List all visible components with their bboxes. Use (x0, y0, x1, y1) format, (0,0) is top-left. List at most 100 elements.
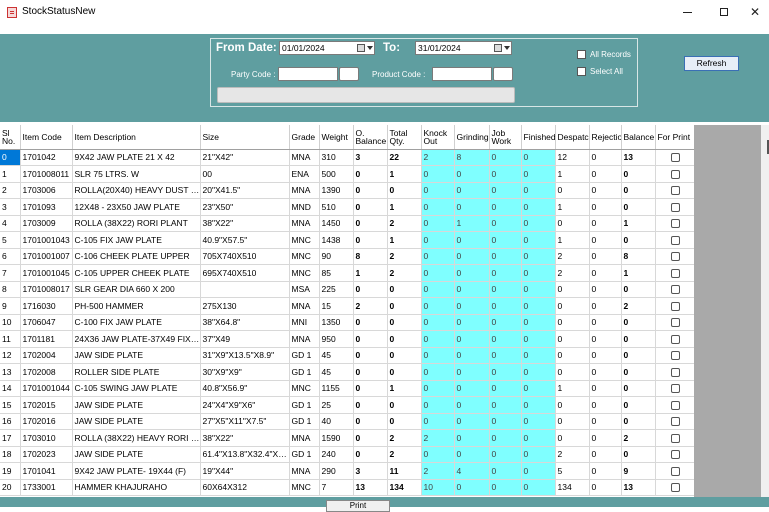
table-cell[interactable]: 0 (555, 297, 590, 315)
for-print-checkbox[interactable] (671, 433, 680, 443)
table-cell[interactable]: 0 (621, 281, 656, 298)
table-cell[interactable]: 1703009 (20, 215, 73, 232)
table-cell[interactable]: 0 (454, 281, 490, 298)
for-print-checkbox[interactable] (671, 367, 680, 377)
table-cell[interactable]: 7 (0, 264, 21, 282)
table-cell[interactable]: 1 (555, 165, 590, 183)
table-cell[interactable]: 0 (387, 413, 422, 430)
table-cell[interactable]: 0 (454, 297, 490, 315)
column-header[interactable]: Finished (521, 125, 556, 150)
table-cell[interactable]: 90 (319, 248, 354, 265)
table-cell[interactable]: 134 (387, 479, 422, 496)
table-cell[interactable]: 0 (387, 281, 422, 298)
table-row[interactable]: 8 1701008017 SLR GEAR DIA 660 X 200 MSA 225 0… (0, 281, 694, 298)
table-cell[interactable]: 1701008011 (20, 165, 73, 183)
table-cell[interactable]: 0 (353, 413, 388, 430)
table-cell[interactable]: 0 (387, 297, 422, 315)
table-cell[interactable]: 0 (489, 413, 522, 430)
table-cell[interactable]: 0 (521, 462, 556, 480)
table-cell[interactable] (200, 281, 290, 298)
table-cell[interactable]: 0 (489, 479, 522, 496)
table-cell[interactable]: 1 (555, 380, 590, 397)
table-cell[interactable]: ROLLER SIDE PLATE (72, 363, 201, 381)
table-cell[interactable]: 0 (387, 314, 422, 331)
select-all-option[interactable]: Select All (577, 67, 623, 76)
print-button[interactable]: Print (326, 500, 390, 512)
table-cell[interactable]: 0 (521, 314, 556, 331)
table-cell[interactable]: 0 (421, 380, 455, 397)
table-cell[interactable]: 0 (353, 198, 388, 216)
for-print-checkbox[interactable] (671, 318, 680, 328)
table-row[interactable]: 4 1703009 ROLLA (38X22) RORI PLANT 38"X22" M… (0, 215, 694, 232)
table-cell[interactable]: 1 (555, 231, 590, 249)
table-cell[interactable]: MNA (289, 149, 320, 166)
table-cell[interactable]: 0 (589, 231, 622, 249)
table-cell[interactable]: 0 (521, 380, 556, 397)
table-cell[interactable]: C-106 CHEEK PLATE UPPER (72, 248, 201, 265)
table-cell[interactable]: 0 (521, 413, 556, 430)
table-cell[interactable]: 0 (555, 413, 590, 430)
table-cell[interactable]: MND (289, 198, 320, 216)
table-cell[interactable]: 0 (353, 182, 388, 199)
table-cell[interactable]: 0 (589, 264, 622, 282)
column-header[interactable]: Weight (319, 125, 354, 150)
table-cell[interactable]: 12 (0, 347, 21, 364)
table-cell[interactable]: 0 (387, 396, 422, 414)
table-cell[interactable]: 7 (319, 479, 354, 496)
table-cell[interactable]: 0 (621, 165, 656, 183)
table-cell[interactable]: 1701001044 (20, 380, 73, 397)
table-cell[interactable]: 1702016 (20, 413, 73, 430)
table-row[interactable]: 171703010ROLLA (38X22) HEAVY RORI PLANT3… (0, 429, 694, 447)
table-cell[interactable]: 18 (0, 446, 21, 463)
table-cell[interactable]: 2 (0, 182, 21, 199)
table-cell[interactable]: 0 (454, 330, 490, 348)
table-cell[interactable]: 2 (387, 264, 422, 282)
table-cell[interactable]: 40 (319, 413, 354, 430)
table-cell[interactable]: 0 (489, 347, 522, 364)
table-cell[interactable]: 1350 (319, 314, 354, 331)
table-cell[interactable]: MNA (289, 297, 320, 315)
table-cell[interactable]: 3 (353, 462, 388, 480)
table-cell[interactable]: 0 (454, 198, 490, 216)
table-cell[interactable]: 0 (589, 165, 622, 183)
table-cell[interactable]: 500 (319, 165, 354, 183)
table-cell[interactable]: 0 (521, 231, 556, 249)
table-row[interactable]: 9 1716030 PH-500 HAMMER 275X130 MNA 15 2 0 0 0 0 0 0… (0, 297, 694, 315)
table-cell[interactable]: 1701008017 (20, 281, 73, 298)
table-cell[interactable]: 1 (387, 198, 422, 216)
table-cell[interactable]: 0 (521, 198, 556, 216)
table-cell[interactable]: 0 (589, 198, 622, 216)
table-row[interactable]: 21703006ROLLA(20X40) HEAVY DUST PLATE20"… (0, 182, 694, 199)
table-cell[interactable]: GD 1 (289, 413, 320, 430)
table-cell[interactable]: 0 (589, 479, 622, 496)
table-cell[interactable]: ROLLA (38X22) RORI PLANT (72, 215, 201, 232)
table-cell[interactable]: 1701181 (20, 330, 73, 348)
table-cell[interactable]: 0 (521, 479, 556, 496)
table-cell[interactable]: 0 (421, 198, 455, 216)
table-cell[interactable]: 0 (589, 297, 622, 315)
table-cell[interactable]: 0 (353, 396, 388, 414)
table-cell[interactable]: 1701001043 (20, 231, 73, 249)
table-cell[interactable]: 0 (489, 281, 522, 298)
table-cell[interactable]: 2 (555, 248, 590, 265)
table-cell[interactable]: 20 (0, 479, 21, 496)
table-cell[interactable]: 1438 (319, 231, 354, 249)
column-header[interactable]: Total Qty. (387, 125, 422, 150)
table-row[interactable]: 18 1702023 JAW SIDE PLATE 61.4"X13.8"X32.4"… (0, 446, 694, 463)
table-cell[interactable]: 2 (387, 215, 422, 232)
table-cell[interactable]: PH-500 HAMMER (72, 297, 201, 315)
table-cell[interactable]: GD 1 (289, 363, 320, 381)
table-cell[interactable]: 60X64X312 (200, 479, 290, 496)
table-cell[interactable]: 0 (489, 182, 522, 199)
table-cell[interactable]: JAW SIDE PLATE (72, 446, 201, 463)
table-cell[interactable]: 3 (353, 149, 388, 166)
table-row[interactable]: 6 1701001007 C-106 CHEEK PLATE UPPER 705X74… (0, 248, 694, 265)
column-header[interactable]: Job Work (489, 125, 522, 150)
table-cell[interactable]: 1701042 (20, 149, 73, 166)
table-cell[interactable]: 0 (589, 396, 622, 414)
table-cell[interactable]: 5 (555, 462, 590, 480)
for-print-checkbox[interactable] (671, 417, 680, 427)
table-row[interactable]: 16 1702016 JAW SIDE PLATE 27"X5"X11"X7.5" GD… (0, 413, 694, 430)
table-row[interactable]: 3 1701093 12X48 - 23X50 JAW PLATE 23"X50" MN… (0, 198, 694, 216)
table-cell[interactable]: 1 (387, 165, 422, 183)
